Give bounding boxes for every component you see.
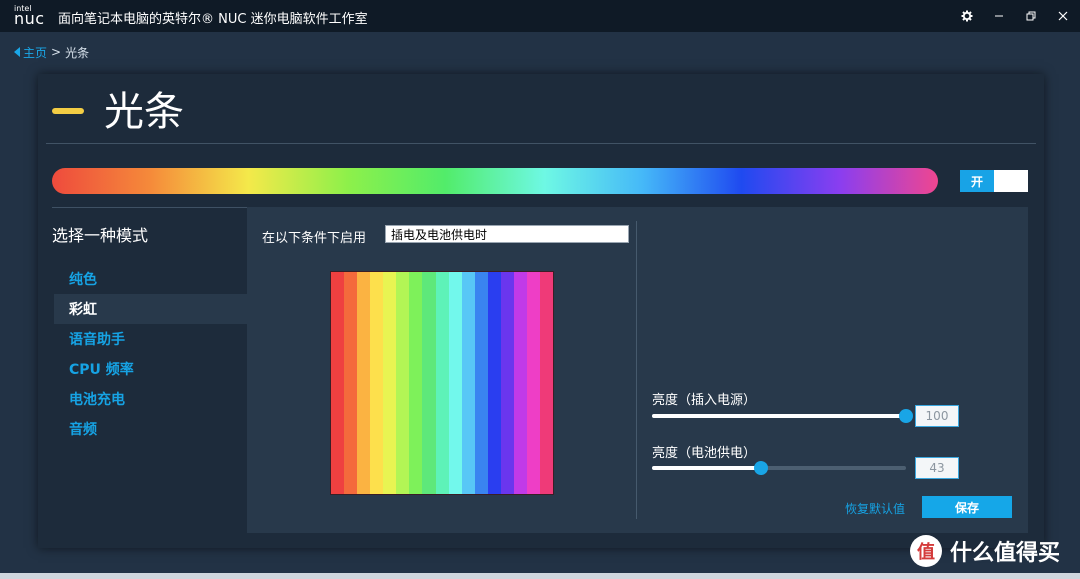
- brightness-plugged-label: 亮度（插入电源）: [652, 393, 757, 408]
- minimize-icon: [995, 15, 1003, 17]
- title-bar: intel nuc 面向笔记本电脑的英特尔® NUC 迷你电脑软件工作室: [0, 0, 1080, 32]
- preview-stripe: [448, 272, 462, 494]
- gear-icon: [961, 10, 973, 22]
- app-window: intel nuc 面向笔记本电脑的英特尔® NUC 迷你电脑软件工作室 主页 …: [0, 0, 1080, 579]
- preview-stripe: [409, 272, 423, 494]
- preview-stripe: [396, 272, 410, 494]
- preview-stripe: [474, 272, 488, 494]
- title-accent-dash: [52, 108, 84, 114]
- preview-stripe: [513, 272, 527, 494]
- light-bar-panel: 光条 开 选择一种模式 纯色 彩虹 语音助手 CPU 频率 电池充电 音频 在以…: [38, 74, 1044, 548]
- toggle-on-label: 开: [960, 170, 994, 192]
- taskbar-edge: [0, 573, 1080, 579]
- light-bar-color-preview: [52, 168, 938, 194]
- brightness-plugged-thumb[interactable]: [899, 409, 913, 423]
- page-title: 光条: [104, 89, 184, 135]
- watermark: 值 什么值得买: [910, 533, 1060, 569]
- breadcrumb-separator: >: [51, 45, 62, 59]
- mode-item-rainbow[interactable]: 彩虹: [54, 294, 247, 324]
- brightness-battery-slider[interactable]: [652, 461, 906, 475]
- preview-stripe: [344, 272, 358, 494]
- settings-button[interactable]: [956, 6, 978, 26]
- preview-stripe: [422, 272, 436, 494]
- breadcrumb-home-link[interactable]: 主页: [23, 44, 47, 61]
- brightness-plugged-fill: [652, 414, 906, 418]
- brightness-battery-value[interactable]: 43: [915, 457, 959, 479]
- mode-settings-content: 在以下条件下启用 插电及电池供电时 亮度（插入电源） 100 亮度（电池供电） …: [247, 207, 1028, 533]
- save-button[interactable]: 保存: [922, 496, 1012, 518]
- brightness-battery-thumb[interactable]: [754, 461, 769, 475]
- watermark-badge: 值: [910, 535, 942, 567]
- mode-item-audio[interactable]: 音频: [54, 414, 247, 444]
- preview-stripe: [357, 272, 371, 494]
- preview-stripe: [487, 272, 501, 494]
- preview-stripe: [461, 272, 475, 494]
- preview-stripe: [526, 272, 540, 494]
- preview-stripe: [435, 272, 449, 494]
- mode-item-cpu-frequency[interactable]: CPU 频率: [54, 354, 247, 384]
- intel-nuc-logo: intel nuc: [14, 4, 50, 28]
- breadcrumb-current: 光条: [65, 45, 90, 60]
- logo-nuc-text: nuc: [14, 9, 45, 28]
- mode-item-voice-assistant[interactable]: 语音助手: [54, 324, 247, 354]
- breadcrumb: 主页 > 光条: [14, 44, 89, 60]
- minimize-button[interactable]: [988, 6, 1010, 26]
- back-arrow-icon[interactable]: [14, 47, 20, 57]
- preview-stripe: [500, 272, 514, 494]
- app-title: 面向笔记本电脑的英特尔® NUC 迷你电脑软件工作室: [58, 12, 368, 27]
- restore-defaults-link[interactable]: 恢复默认值: [845, 500, 905, 517]
- mode-item-solid-color[interactable]: 纯色: [54, 264, 247, 294]
- preview-stripe: [540, 272, 554, 494]
- brightness-plugged-value[interactable]: 100: [915, 405, 959, 427]
- title-divider: [46, 143, 1036, 144]
- close-button[interactable]: [1052, 6, 1074, 26]
- restore-button[interactable]: [1020, 6, 1042, 26]
- preview-stripe: [331, 272, 345, 494]
- mode-sidebar: 选择一种模式 纯色 彩虹 语音助手 CPU 频率 电池充电 音频: [52, 207, 247, 534]
- restore-icon: [1026, 11, 1036, 21]
- preview-stripe: [383, 272, 397, 494]
- light-bar-toggle[interactable]: 开: [960, 170, 1028, 192]
- close-icon: [1058, 11, 1068, 21]
- mode-item-battery-charging[interactable]: 电池充电: [54, 384, 247, 414]
- content-vertical-divider: [636, 221, 637, 519]
- brightness-battery-label: 亮度（电池供电）: [652, 446, 757, 461]
- rainbow-preview: [330, 271, 554, 495]
- preview-stripe: [370, 272, 384, 494]
- watermark-text: 什么值得买: [950, 541, 1061, 566]
- brightness-plugged-slider[interactable]: [652, 409, 913, 423]
- enable-condition-select[interactable]: 插电及电池供电时: [385, 225, 629, 243]
- mode-sidebar-title: 选择一种模式: [52, 226, 149, 245]
- brightness-battery-fill: [652, 466, 762, 470]
- enable-condition-label: 在以下条件下启用: [262, 231, 367, 246]
